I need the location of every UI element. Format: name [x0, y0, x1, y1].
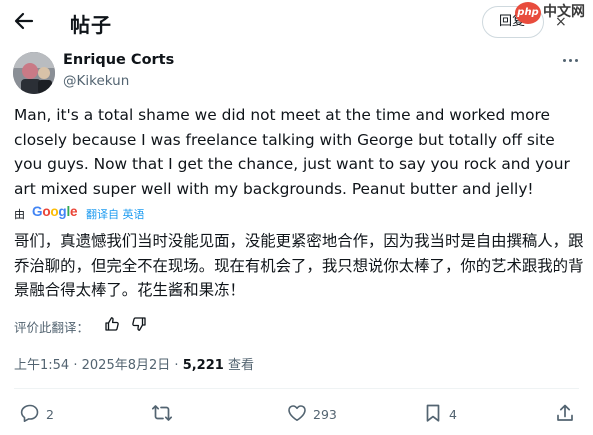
- heart-icon: [288, 405, 306, 421]
- share-icon: [557, 404, 573, 421]
- author-name[interactable]: Enrique Corts: [63, 52, 174, 68]
- back-arrow-icon[interactable]: [12, 9, 36, 33]
- bookmark-action[interactable]: 4: [423, 403, 473, 425]
- tweet-text: Man, it's a total shame we did not meet …: [14, 106, 570, 198]
- avatar[interactable]: [13, 52, 55, 94]
- reply-icon: [20, 404, 39, 422]
- retweet-icon: [151, 405, 173, 421]
- reply-action[interactable]: 2: [20, 403, 80, 425]
- bookmark-count: 4: [449, 407, 457, 422]
- bookmark-icon: [426, 404, 440, 422]
- share-action[interactable]: [555, 403, 575, 425]
- watermark-badge: php: [515, 2, 541, 24]
- reply-count: 2: [46, 407, 54, 422]
- watermark-logo: php 中文网 ×: [515, 0, 593, 30]
- retweet-action[interactable]: [151, 403, 181, 425]
- like-count: 293: [313, 407, 337, 422]
- tweet-meta: 上午1:54 · 2025年8月2日 · 5,221 查看: [14, 354, 254, 373]
- divider: [14, 388, 579, 389]
- watermark-close: ×: [555, 14, 567, 30]
- thumb-up-icon[interactable]: [104, 316, 120, 332]
- meta-separator: ·: [73, 358, 78, 373]
- like-action[interactable]: 293: [287, 403, 357, 425]
- page-title: 帖子: [70, 13, 112, 37]
- tweet-time[interactable]: 上午1:54: [14, 358, 69, 373]
- tweet-date[interactable]: 2025年8月2日: [82, 358, 171, 373]
- views-count: 5,221: [182, 358, 224, 373]
- views-label: 查看: [227, 358, 254, 373]
- thumb-down-icon[interactable]: [131, 316, 147, 332]
- translated-by-label: 由: [14, 208, 25, 221]
- translated-from-link[interactable]: 翻译自 英语: [86, 206, 145, 222]
- author-handle[interactable]: @Kikekun: [63, 73, 129, 89]
- meta-separator: ·: [174, 358, 179, 373]
- google-logo: Google: [32, 204, 78, 219]
- more-icon[interactable]: [561, 54, 581, 68]
- translated-text: 哥们，真遗憾我们当时没能见面，没能更紧密地合作，因为我当时是自由撰稿人，跟乔治聊…: [14, 232, 584, 300]
- top-bar: 帖子 回复 php 中文网 ×: [0, 0, 593, 44]
- rate-translation-label: 评价此翻译：: [14, 320, 90, 335]
